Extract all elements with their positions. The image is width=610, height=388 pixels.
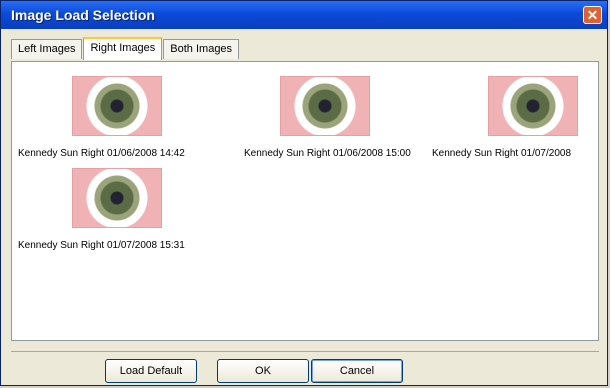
dialog-window: Image Load Selection ✕ Left Images Right… <box>0 0 608 386</box>
image-label[interactable]: Kennedy Sun Right 01/06/2008 15:00 <box>244 148 411 159</box>
ok-button[interactable]: OK <box>217 359 309 383</box>
eye-image-thumbnail[interactable] <box>280 76 370 136</box>
image-label[interactable]: Kennedy Sun Right 01/07/2008 15:31 <box>18 240 185 251</box>
eye-image-thumbnail[interactable] <box>488 76 578 136</box>
close-icon[interactable]: ✕ <box>583 6 602 24</box>
footer-divider <box>11 351 599 352</box>
title-bar[interactable]: Image Load Selection ✕ <box>1 1 607 29</box>
eye-image-thumbnail[interactable] <box>72 76 162 136</box>
tab-strip: Left Images Right Images Both Images <box>11 37 240 61</box>
tab-both-images[interactable]: Both Images <box>163 39 240 59</box>
window-title: Image Load Selection <box>11 7 155 23</box>
tab-left-images[interactable]: Left Images <box>11 39 83 59</box>
image-panel: Kennedy Sun Right 01/06/2008 14:42 Kenne… <box>11 61 599 341</box>
cancel-button[interactable]: Cancel <box>311 359 403 383</box>
eye-image-thumbnail[interactable] <box>72 168 162 228</box>
image-label[interactable]: Kennedy Sun Right 01/06/2008 14:42 <box>18 148 185 159</box>
tab-right-images[interactable]: Right Images <box>83 37 163 60</box>
load-default-button[interactable]: Load Default <box>105 359 197 383</box>
image-label[interactable]: Kennedy Sun Right 01/07/2008 <box>432 148 571 159</box>
